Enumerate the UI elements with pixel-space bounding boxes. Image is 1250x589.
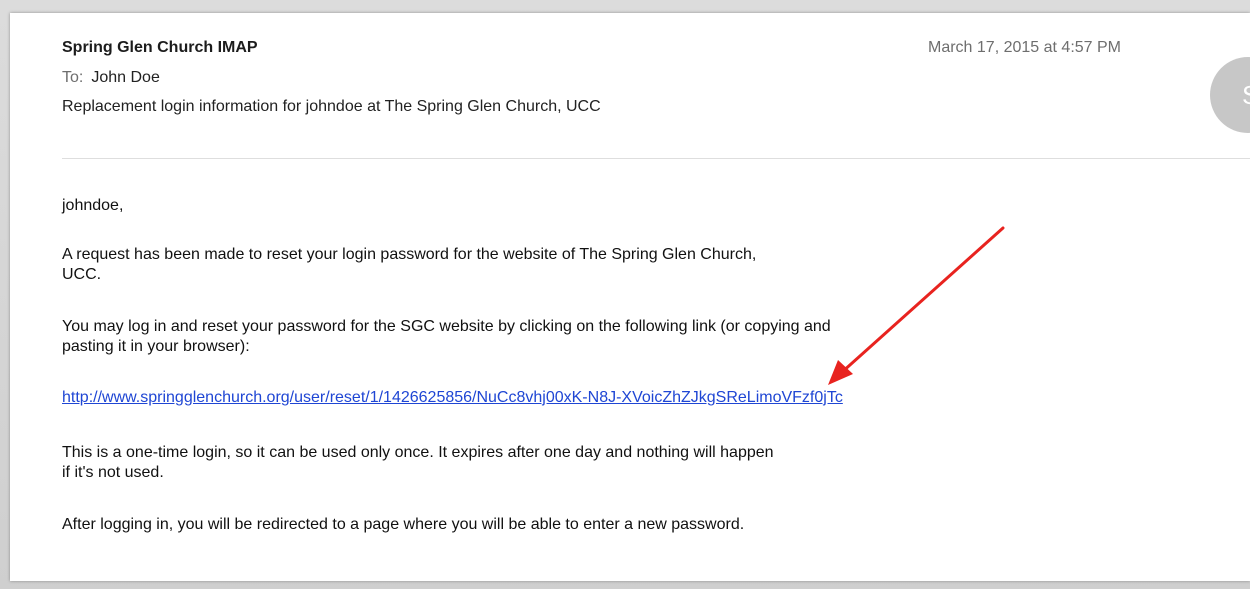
recipient-line: To: John Doe [62, 69, 160, 87]
paragraph-request: A request has been made to reset your lo… [62, 246, 757, 283]
paragraph-one-time: This is a one-time login, so it can be u… [62, 444, 774, 481]
message-date: March 17, 2015 at 4:57 PM [928, 39, 1121, 56]
paragraph-link-intro: You may log in and reset your password f… [62, 318, 831, 355]
recipient-name[interactable]: John Doe [91, 69, 160, 86]
to-label: To: [62, 69, 84, 86]
paragraph-redirect: After logging in, you will be redirected… [62, 516, 745, 533]
sender-avatar: S [1210, 57, 1250, 133]
sender-name: Spring Glen Church IMAP [62, 39, 258, 56]
email-message: Spring Glen Church IMAP March 17, 2015 a… [10, 13, 1250, 581]
subject-line: Replacement login information for johndo… [62, 98, 601, 115]
password-reset-link[interactable]: http://www.springglenchurch.org/user/res… [62, 389, 843, 407]
screenshot-frame: Spring Glen Church IMAP March 17, 2015 a… [0, 0, 1250, 589]
header-divider [62, 158, 1250, 159]
greeting: johndoe, [62, 197, 124, 214]
